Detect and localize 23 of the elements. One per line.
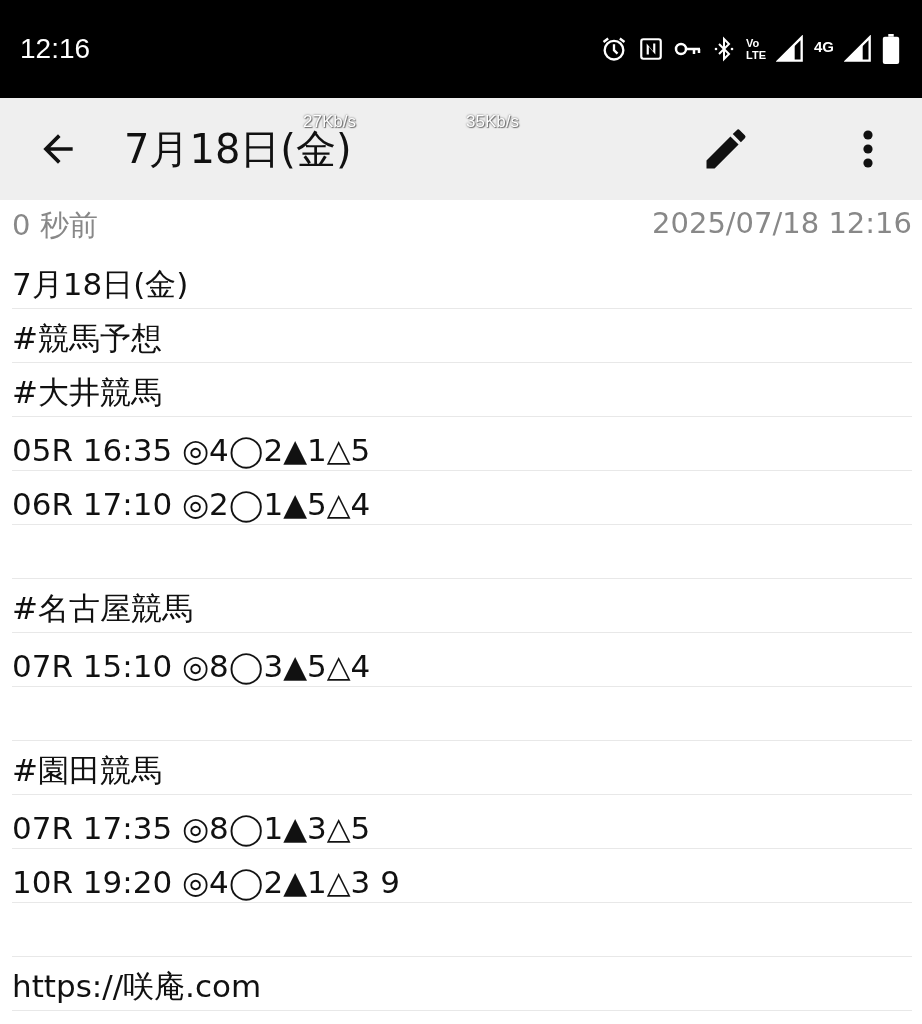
timestamp: 2025/07/18 12:16 <box>652 206 912 242</box>
signal-icon <box>844 35 872 63</box>
signal-icon <box>776 35 804 63</box>
bluetooth-icon <box>712 35 736 63</box>
note-line: 10R 19:20 ◎4◯2▲1△3 9 <box>12 864 400 900</box>
note-line: 07R 17:35 ◎8◯1▲3△5 <box>12 810 371 846</box>
volte-indicator: Vo LTE <box>746 37 766 61</box>
battery-icon <box>882 34 900 64</box>
clock-time: 12:16 <box>20 33 91 65</box>
note-line: #競馬予想 <box>12 319 162 358</box>
note-line: 7月18日(金) <box>12 265 189 304</box>
note-line: 05R 16:35 ◎4◯2▲1△5 <box>12 432 371 468</box>
alarm-icon <box>600 35 628 63</box>
nfc-icon <box>638 35 664 63</box>
note-line: 06R 17:10 ◎2◯1▲5△4 <box>12 486 371 522</box>
note-line: https://咲庵.com <box>12 967 262 1006</box>
note-line: #名古屋競馬 <box>12 589 193 628</box>
relative-time: 0 秒前 <box>12 207 98 244</box>
network-type: 4G <box>814 38 834 55</box>
network-speed: 35Kb/s <box>466 112 519 132</box>
note-line: 07R 15:10 ◎8◯3▲5△4 <box>12 648 371 684</box>
note-line: #園田競馬 <box>12 751 162 790</box>
note-line: #大井競馬 <box>12 373 162 412</box>
